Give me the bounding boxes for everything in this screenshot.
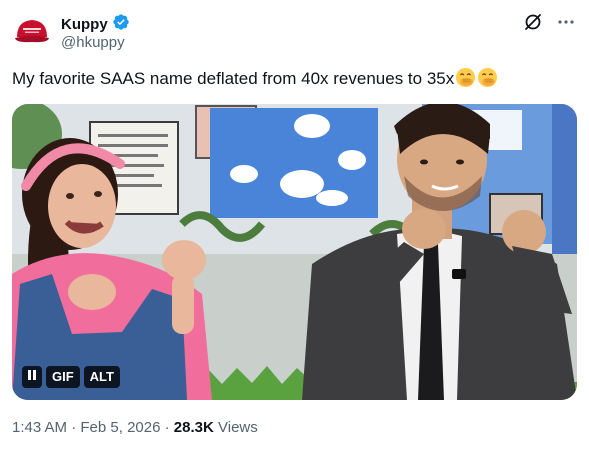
display-name[interactable]: Kuppy — [61, 16, 108, 33]
tweet-meta: 1:43 AM · Feb 5, 2026 · 28.3K Views — [12, 419, 258, 436]
avatar[interactable] — [12, 12, 52, 52]
more-icon[interactable] — [557, 13, 575, 36]
gif-badge: GIF — [46, 366, 80, 388]
tweet-text: My favorite SAAS name deflated from 40x … — [12, 67, 498, 94]
face-with-hand-over-mouth-icon — [477, 67, 498, 94]
alt-text-button[interactable]: ALT — [83, 366, 120, 388]
gif-scene-image — [12, 104, 577, 400]
pause-icon — [27, 366, 37, 388]
verified-badge-icon — [112, 13, 130, 36]
tweet-time[interactable]: 1:43 AM — [12, 419, 67, 436]
grok-icon[interactable] — [523, 12, 543, 37]
views-count: 28.3K — [173, 419, 214, 436]
meta-separator: · — [71, 419, 77, 436]
handle[interactable]: @hkuppy — [61, 34, 125, 51]
meta-separator: · — [164, 419, 170, 436]
red-cap-avatar-icon — [12, 12, 52, 52]
tweet-date[interactable]: Feb 5, 2026 — [80, 419, 160, 436]
pause-button[interactable] — [22, 366, 42, 388]
gif-media[interactable]: GIF ALT — [12, 104, 577, 400]
tweet-body: My favorite SAAS name deflated from 40x … — [12, 69, 455, 88]
face-with-hand-over-mouth-icon — [455, 67, 476, 94]
views-label: Views — [218, 419, 258, 436]
